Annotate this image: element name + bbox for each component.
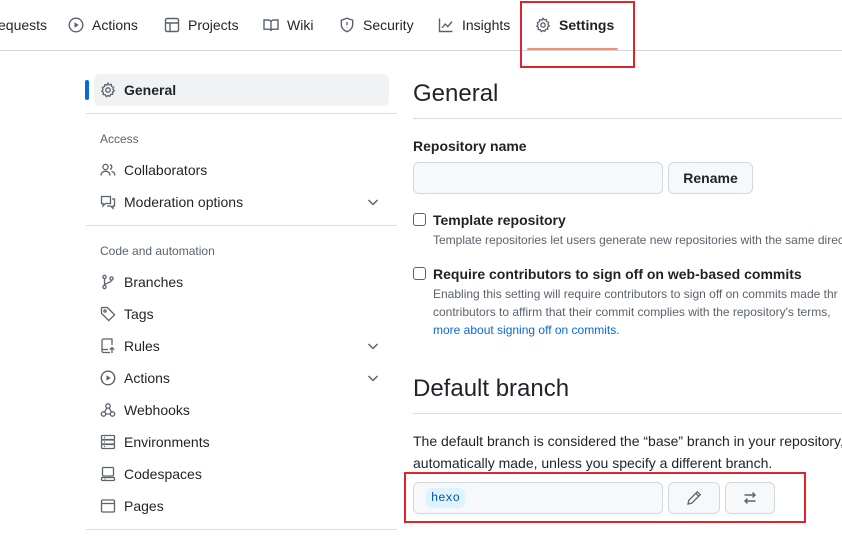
tab-security[interactable]: Security: [339, 0, 414, 50]
chevron-down-icon[interactable]: [365, 194, 381, 210]
pencil-icon: [686, 490, 702, 506]
sidebar-divider: [86, 529, 397, 530]
sidebar-item-label: Codespaces: [124, 466, 202, 482]
signoff-checkbox[interactable]: [413, 267, 426, 280]
tab-projects[interactable]: Projects: [164, 0, 239, 50]
sidebar-item-branches[interactable]: Branches: [94, 266, 389, 298]
graph-icon: [438, 17, 454, 33]
tab-insights[interactable]: Insights: [438, 0, 510, 50]
sidebar-group-code-automation: Code and automation: [100, 244, 215, 258]
sidebar-item-actions[interactable]: Actions: [94, 362, 389, 394]
tab-label: Wiki: [287, 17, 314, 33]
play-icon: [68, 17, 84, 33]
rename-branch-button[interactable]: [668, 482, 720, 514]
repo-nav: equests Actions Projects Wiki Security I…: [0, 0, 842, 51]
book-icon: [263, 17, 279, 33]
shield-icon: [339, 17, 355, 33]
tab-label: Security: [363, 17, 414, 33]
sidebar-item-moderation[interactable]: Moderation options: [94, 186, 389, 218]
default-branch-name: hexo: [426, 488, 465, 508]
sidebar-item-label: Environments: [124, 434, 210, 450]
sidebar-item-codespaces[interactable]: Codespaces: [94, 458, 389, 490]
sidebar-item-tags[interactable]: Tags: [94, 298, 389, 330]
switch-branch-button[interactable]: [725, 482, 775, 514]
browser-icon: [100, 498, 116, 514]
sidebar-item-webhooks[interactable]: Webhooks: [94, 394, 389, 426]
template-repository-label: Template repository: [433, 212, 566, 228]
report-icon: [100, 194, 116, 210]
tab-actions[interactable]: Actions: [68, 0, 138, 50]
people-icon: [100, 162, 116, 178]
tab-pull-requests[interactable]: equests: [0, 0, 47, 50]
tab-label: Projects: [188, 17, 239, 33]
signoff-learn-more-link[interactable]: more about signing off on commits.: [433, 323, 620, 337]
gear-icon: [535, 17, 551, 33]
default-branch-description-line1: The default branch is considered the “ba…: [413, 433, 842, 449]
sidebar-item-label: Branches: [124, 274, 184, 290]
sidebar-item-general[interactable]: General: [85, 74, 389, 106]
sidebar-item-label: Webhooks: [124, 402, 190, 418]
sidebar-item-label: Collaborators: [124, 162, 208, 178]
table-icon: [164, 17, 180, 33]
git-branch-icon: [100, 274, 116, 290]
sidebar-item-environments[interactable]: Environments: [94, 426, 389, 458]
active-tab-underline: [527, 48, 618, 50]
sidebar-item-label: Moderation options: [124, 194, 244, 210]
tab-label: Actions: [92, 17, 138, 33]
section-divider: [413, 118, 842, 119]
server-icon: [100, 434, 116, 450]
play-icon: [100, 370, 116, 386]
sidebar-item-label: Tags: [124, 306, 154, 322]
template-repository-description: Template repositories let users generate…: [433, 233, 842, 247]
default-branch-description-line2: automatically made, unless you specify a…: [413, 455, 773, 471]
tab-label: Insights: [462, 17, 511, 33]
webhook-icon: [100, 402, 116, 418]
rename-button[interactable]: Rename: [668, 162, 753, 194]
sidebar-item-label: General: [124, 82, 177, 98]
sidebar-item-pages[interactable]: Pages: [94, 490, 389, 522]
tab-label: equests: [0, 17, 48, 33]
sidebar-divider: [86, 113, 397, 114]
sidebar-group-access: Access: [100, 132, 139, 146]
repository-name-label: Repository name: [413, 138, 527, 154]
rename-button-label: Rename: [683, 170, 738, 186]
chevron-down-icon[interactable]: [365, 338, 381, 354]
codespaces-icon: [100, 466, 116, 482]
tab-wiki[interactable]: Wiki: [263, 0, 313, 50]
chevron-down-icon[interactable]: [365, 370, 381, 386]
sidebar-item-label: Actions: [124, 370, 170, 386]
page-title: General: [413, 80, 499, 107]
sidebar-item-collaborators[interactable]: Collaborators: [94, 154, 389, 186]
sidebar-item-label: Pages: [124, 498, 164, 514]
repository-name-input[interactable]: [413, 162, 663, 194]
signoff-label: Require contributors to sign off on web-…: [433, 266, 802, 282]
tag-icon: [100, 306, 116, 322]
sidebar-item-label: Rules: [124, 338, 160, 354]
template-repository-checkbox[interactable]: [413, 213, 426, 226]
arrow-switch-icon: [742, 490, 758, 506]
tab-label: Settings: [559, 17, 615, 33]
repo-push-icon: [100, 338, 116, 354]
tab-settings[interactable]: Settings: [527, 0, 618, 50]
default-branch-title: Default branch: [413, 375, 570, 402]
sidebar-item-rules[interactable]: Rules: [94, 330, 389, 362]
section-divider: [413, 413, 842, 414]
gear-icon: [100, 82, 116, 98]
signoff-description-line1: Enabling this setting will require contr…: [433, 287, 838, 301]
signoff-description-line2: contributors to affirm that their commit…: [433, 305, 831, 319]
sidebar-divider: [86, 225, 397, 226]
